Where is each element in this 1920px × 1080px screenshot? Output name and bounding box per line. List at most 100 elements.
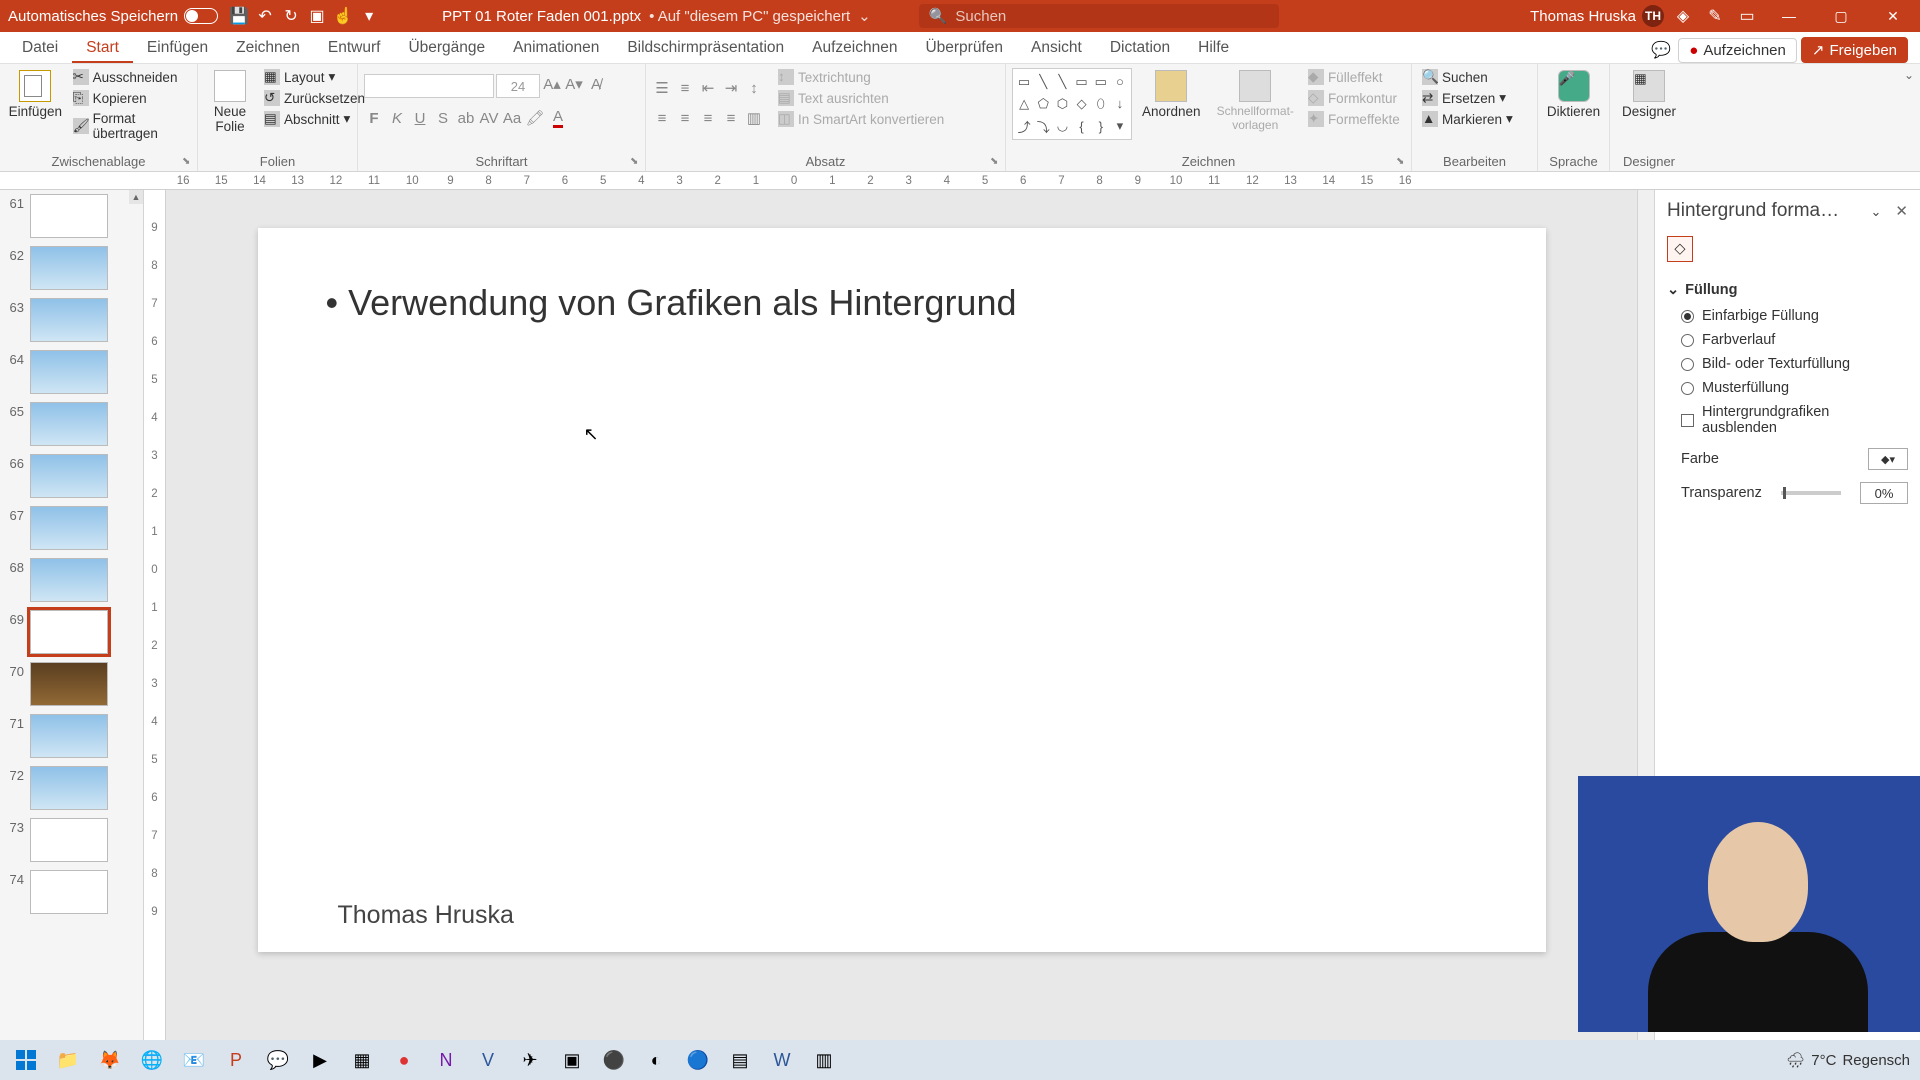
thumbnail-item[interactable]: 65 (6, 402, 137, 446)
line-spacing-icon[interactable]: ↕ (744, 78, 764, 98)
telegram-icon[interactable]: ✈ (510, 1042, 550, 1078)
slide-author-text[interactable]: Thomas Hruska (338, 901, 514, 930)
transparency-spinner[interactable]: 0% (1860, 482, 1908, 504)
firefox-icon[interactable]: 🦊 (90, 1042, 130, 1078)
case-icon[interactable]: Aa (502, 108, 522, 128)
section-button[interactable]: ▤Abschnitt▾ (260, 110, 369, 128)
hide-bg-option[interactable]: Hintergrundgrafiken ausblenden (1667, 400, 1908, 440)
quick-styles-button[interactable]: Schnellformat- vorlagen (1211, 68, 1300, 134)
thumbnail-item[interactable]: 63 (6, 298, 137, 342)
thumb-scroll-up-icon[interactable]: ▲ (129, 190, 143, 204)
justify-icon[interactable]: ≡ (721, 108, 741, 128)
thumbnail-preview[interactable] (30, 558, 108, 602)
slide-canvas[interactable]: • Verwendung von Grafiken als Hintergrun… (258, 228, 1546, 952)
tab-zeichnen[interactable]: Zeichnen (222, 33, 314, 63)
thumbnail-preview[interactable] (30, 870, 108, 914)
comments-icon[interactable]: 💬 (1648, 37, 1674, 63)
thumbnail-preview[interactable] (30, 298, 108, 342)
vlc-icon[interactable]: ▶ (300, 1042, 340, 1078)
bold-icon[interactable]: F (364, 108, 384, 128)
increase-font-icon[interactable]: A▴ (542, 74, 562, 94)
select-button[interactable]: ▲Markieren▾ (1418, 110, 1517, 128)
tab-hilfe[interactable]: Hilfe (1184, 33, 1243, 63)
cut-button[interactable]: ✂Ausschneiden (69, 68, 191, 86)
undo-icon[interactable]: ↶ (252, 3, 278, 29)
font-color-icon[interactable]: A (548, 108, 568, 128)
minimize-button[interactable]: — (1766, 0, 1812, 32)
strike-icon[interactable]: S (433, 108, 453, 128)
tab-start[interactable]: Start (72, 33, 133, 63)
numbering-icon[interactable]: ≡ (675, 78, 695, 98)
app-icon-3[interactable]: ● (384, 1042, 424, 1078)
thumbnail-item[interactable]: 70 (6, 662, 137, 706)
app-icon-2[interactable]: ✎ (1702, 3, 1728, 29)
tab-aufzeichnen[interactable]: Aufzeichnen (798, 33, 911, 63)
obs-icon[interactable]: ⚫ (594, 1042, 634, 1078)
bullets-icon[interactable]: ☰ (652, 78, 672, 98)
gradient-fill-option[interactable]: Farbverlauf (1667, 328, 1908, 352)
app-icon-3[interactable]: ▭ (1734, 3, 1760, 29)
outlook-icon[interactable]: 📧 (174, 1042, 214, 1078)
pane-close-icon[interactable]: ✕ (1895, 203, 1908, 220)
align-left-icon[interactable]: ≡ (652, 108, 672, 128)
thumbnail-preview[interactable] (30, 194, 108, 238)
search-box[interactable]: 🔍 (919, 4, 1279, 28)
thumbnail-preview[interactable] (30, 818, 108, 862)
underline-icon[interactable]: U (410, 108, 430, 128)
format-painter-button[interactable]: 🖌Format übertragen (69, 110, 191, 142)
designer-button[interactable]: ▦Designer (1616, 68, 1682, 121)
thumbnail-preview[interactable] (30, 402, 108, 446)
tab-bildschirm[interactable]: Bildschirmpräsentation (613, 33, 798, 63)
tab-animationen[interactable]: Animationen (499, 33, 613, 63)
autosave-toggle[interactable] (184, 8, 218, 24)
align-right-icon[interactable]: ≡ (698, 108, 718, 128)
paragraph-launcher[interactable]: ⬊ (990, 156, 1002, 168)
smartart-button[interactable]: ◫In SmartArt konvertieren (774, 110, 948, 128)
clear-format-icon[interactable]: A̸ (586, 74, 606, 94)
find-button[interactable]: 🔍Suchen (1418, 68, 1517, 86)
shape-effects-button[interactable]: ✦Formeffekte (1304, 110, 1404, 128)
title-dropdown-icon[interactable]: ⌄ (858, 7, 871, 25)
app-icon-7[interactable]: ▤ (720, 1042, 760, 1078)
highlight-icon[interactable]: 🖍 (525, 108, 545, 128)
maximize-button[interactable]: ▢ (1818, 0, 1864, 32)
thumbnail-item[interactable]: 66 (6, 454, 137, 498)
search-input[interactable] (955, 8, 1268, 25)
indent-dec-icon[interactable]: ⇤ (698, 78, 718, 98)
thumbnail-item[interactable]: 62 (6, 246, 137, 290)
thumbnail-preview[interactable] (30, 766, 108, 810)
font-size-combo[interactable]: 24 (496, 74, 540, 98)
app-icon-5[interactable]: ◐ (636, 1042, 676, 1078)
weather-widget[interactable]: 🌧 7°C Regensch (1786, 1051, 1914, 1069)
italic-icon[interactable]: K (387, 108, 407, 128)
shadow-icon[interactable]: ab (456, 108, 476, 128)
start-button[interactable] (6, 1042, 46, 1078)
transparency-slider[interactable] (1781, 491, 1841, 495)
fill-section-header[interactable]: ⌄Füllung (1667, 276, 1908, 304)
spacing-icon[interactable]: AV (479, 108, 499, 128)
thumbnail-item[interactable]: 67 (6, 506, 137, 550)
slide-bullet-text[interactable]: • Verwendung von Grafiken als Hintergrun… (326, 282, 1017, 324)
thumbnail-preview[interactable] (30, 454, 108, 498)
copy-button[interactable]: ⎘Kopieren (69, 89, 191, 107)
chrome-icon[interactable]: 🌐 (132, 1042, 172, 1078)
redo-icon[interactable]: ↻ (278, 3, 304, 29)
columns-icon[interactable]: ▥ (744, 108, 764, 128)
thumbnail-preview[interactable] (30, 506, 108, 550)
thumbnail-item[interactable]: 64 (6, 350, 137, 394)
app-icon[interactable]: 💬 (258, 1042, 298, 1078)
arrange-button[interactable]: Anordnen (1136, 68, 1207, 121)
tab-uebergaenge[interactable]: Übergänge (394, 33, 499, 63)
picture-fill-option[interactable]: Bild- oder Texturfüllung (1667, 352, 1908, 376)
paste-button[interactable]: Einfügen (6, 68, 65, 121)
indent-inc-icon[interactable]: ⇥ (721, 78, 741, 98)
tab-einfuegen[interactable]: Einfügen (133, 33, 222, 63)
pane-options-icon[interactable]: ⌄ (1871, 204, 1882, 219)
font-launcher[interactable]: ⬊ (630, 156, 642, 168)
thumbnail-item[interactable]: 68 (6, 558, 137, 602)
thumbnail-item[interactable]: 69 (6, 610, 137, 654)
thumbnail-preview[interactable] (30, 246, 108, 290)
layout-button[interactable]: ▦Layout▾ (260, 68, 369, 86)
fill-category-icon[interactable]: ◇ (1667, 236, 1693, 262)
thumbnail-item[interactable]: 74 (6, 870, 137, 914)
